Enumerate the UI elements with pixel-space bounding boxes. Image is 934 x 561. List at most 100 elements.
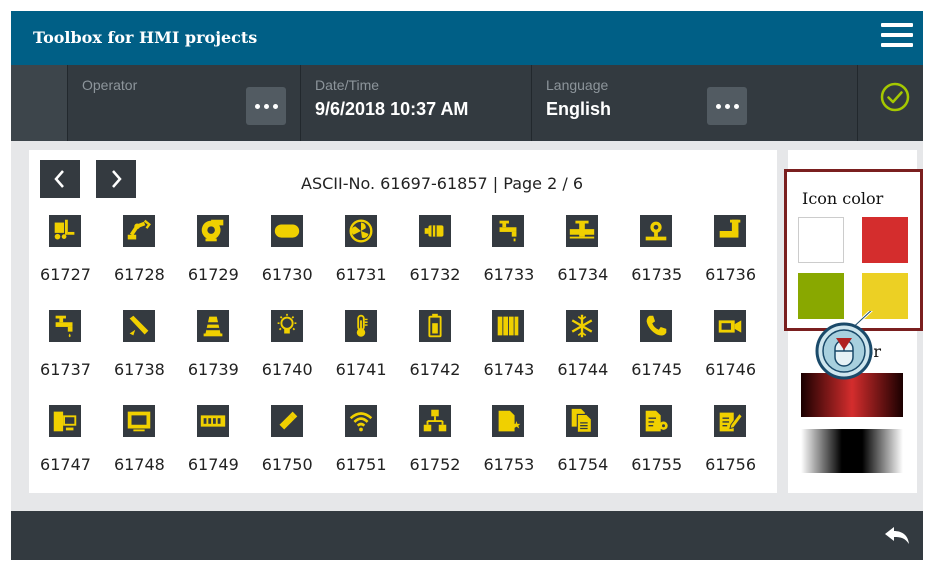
document-edit-icon bbox=[719, 412, 743, 432]
icon-number: 61742 bbox=[409, 360, 461, 379]
icon-grid-panel: ASCII-No. 61697-61857 | Page 2 / 6 61727… bbox=[29, 150, 777, 493]
icon-number: 61747 bbox=[40, 455, 91, 474]
icon-tile[interactable] bbox=[196, 215, 229, 247]
icon-tile[interactable] bbox=[418, 215, 451, 247]
icon-tile[interactable] bbox=[714, 405, 747, 437]
icon-cell: 61747 bbox=[38, 405, 112, 495]
chevron-left-icon bbox=[54, 170, 64, 188]
back-arrow-icon[interactable] bbox=[883, 525, 911, 547]
icon-tile[interactable] bbox=[566, 405, 599, 437]
icon-cell: 61750 bbox=[260, 405, 334, 495]
icon-cell: 61733 bbox=[481, 215, 555, 305]
status-bar: Operator Date/Time 9/6/2018 10:37 AM Lan… bbox=[11, 65, 923, 141]
network-icon bbox=[423, 409, 446, 432]
check-circle-icon[interactable] bbox=[879, 81, 911, 113]
icon-cell: 61734 bbox=[555, 215, 629, 305]
icon-cell: 61739 bbox=[186, 310, 260, 400]
icon-cell: 61742 bbox=[408, 310, 482, 400]
motor-icon bbox=[424, 225, 443, 237]
icon-cell: 61738 bbox=[112, 310, 186, 400]
icon-tile[interactable] bbox=[492, 405, 525, 437]
memory-module-icon bbox=[200, 415, 225, 427]
icon-cell: 61741 bbox=[334, 310, 408, 400]
status-bar-spacer bbox=[11, 65, 68, 141]
icon-tile[interactable] bbox=[640, 215, 673, 247]
icon-tile[interactable] bbox=[49, 310, 81, 342]
swatch-white[interactable] bbox=[798, 217, 844, 263]
blower-fan-icon bbox=[201, 219, 224, 242]
icon-tile[interactable] bbox=[49, 405, 81, 437]
icon-color-label: Icon color bbox=[802, 189, 884, 208]
lightbulb-icon bbox=[277, 313, 297, 334]
icon-tile[interactable] bbox=[270, 310, 303, 342]
icon-number: 61741 bbox=[335, 360, 387, 379]
icon-tile[interactable] bbox=[196, 405, 229, 437]
icon-tile[interactable] bbox=[418, 310, 451, 342]
pump-icon bbox=[645, 221, 667, 241]
language-value: English bbox=[546, 99, 612, 119]
icon-number: 61736 bbox=[705, 265, 757, 284]
icon-tile[interactable] bbox=[566, 310, 599, 342]
icon-tile[interactable] bbox=[566, 215, 599, 247]
icon-cell: 61744 bbox=[555, 310, 629, 400]
hmi-screen: Toolbox for HMI projects Operator Date/T… bbox=[11, 11, 923, 560]
next-page-button[interactable] bbox=[96, 160, 136, 198]
icon-cell: 61728 bbox=[112, 215, 186, 305]
icon-cell: 61748 bbox=[112, 405, 186, 495]
icon-number: 61734 bbox=[557, 265, 609, 284]
icon-cell: 61746 bbox=[703, 310, 777, 400]
icon-number: 61730 bbox=[261, 265, 313, 284]
document-star-icon bbox=[499, 410, 521, 432]
valve-icon bbox=[570, 220, 595, 239]
icon-cell: 61740 bbox=[260, 310, 334, 400]
icon-number: 61727 bbox=[40, 265, 91, 284]
operator-more-button[interactable] bbox=[246, 87, 286, 125]
icon-tile[interactable] bbox=[714, 310, 747, 342]
icon-tile[interactable] bbox=[418, 405, 451, 437]
icon-tile[interactable] bbox=[344, 310, 377, 342]
cone-icon bbox=[203, 316, 223, 337]
icon-number: 61737 bbox=[40, 360, 91, 379]
icon-tile[interactable] bbox=[640, 310, 673, 342]
gradient-swatch-black[interactable] bbox=[801, 429, 903, 473]
title-bar: Toolbox for HMI projects bbox=[11, 11, 923, 65]
icon-tile[interactable] bbox=[122, 215, 155, 247]
video-camera-icon bbox=[718, 320, 742, 333]
monitor-icon bbox=[127, 411, 151, 432]
faucet-icon bbox=[55, 315, 73, 338]
swatch-red[interactable] bbox=[862, 217, 908, 263]
icon-tile[interactable] bbox=[196, 310, 229, 342]
icon-number: 61733 bbox=[483, 265, 535, 284]
pipe-icon bbox=[719, 219, 741, 238]
icon-number: 61743 bbox=[483, 360, 535, 379]
previous-page-button[interactable] bbox=[40, 160, 80, 198]
icon-number: 61732 bbox=[409, 265, 461, 284]
icon-cell: 61756 bbox=[703, 405, 777, 495]
battery-icon bbox=[427, 313, 442, 338]
hamburger-menu-icon[interactable] bbox=[881, 23, 913, 51]
icon-tile[interactable] bbox=[49, 215, 81, 247]
icon-tile[interactable] bbox=[492, 310, 525, 342]
datetime-label: Date/Time bbox=[315, 77, 380, 93]
language-more-button[interactable] bbox=[707, 87, 747, 125]
icon-cell: 61735 bbox=[629, 215, 703, 305]
icon-tile[interactable] bbox=[714, 215, 747, 247]
icon-tile[interactable] bbox=[640, 405, 673, 437]
icon-number: 61746 bbox=[705, 360, 757, 379]
operator-field: Operator bbox=[68, 65, 301, 141]
icon-tile[interactable] bbox=[344, 405, 377, 437]
icon-number: 61729 bbox=[187, 265, 239, 284]
icon-tile[interactable] bbox=[270, 405, 303, 437]
icon-tile[interactable] bbox=[492, 215, 525, 247]
app-title: Toolbox for HMI projects bbox=[33, 28, 258, 47]
icon-tile[interactable] bbox=[270, 215, 303, 247]
icon-number: 61744 bbox=[557, 360, 609, 379]
icon-cell: 61745 bbox=[629, 310, 703, 400]
icon-cell: 61731 bbox=[334, 215, 408, 305]
language-label: Language bbox=[546, 77, 609, 93]
icon-tile[interactable] bbox=[344, 215, 377, 247]
icon-number: 61754 bbox=[557, 455, 609, 474]
icon-tile[interactable] bbox=[122, 405, 155, 437]
icon-number: 61745 bbox=[631, 360, 683, 379]
icon-tile[interactable] bbox=[122, 310, 155, 342]
